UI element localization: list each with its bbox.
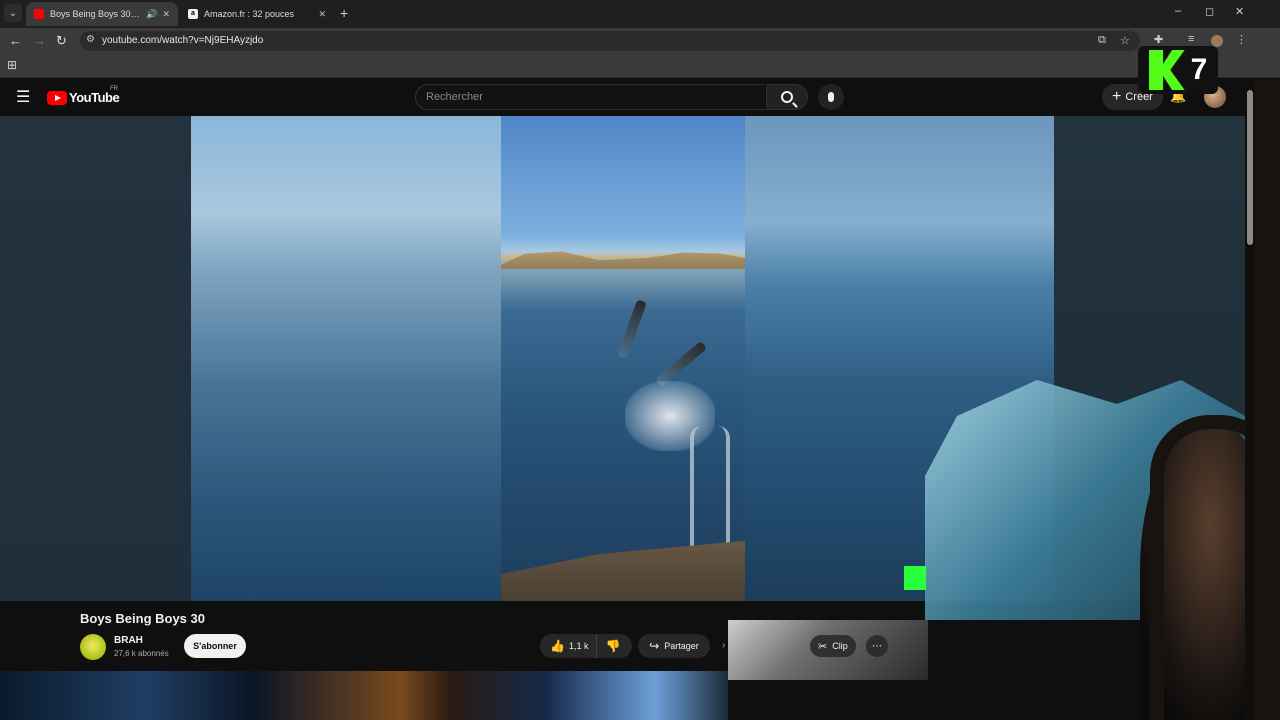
share-label: Partager [664,641,699,651]
browser-toolbar: ← → ↻ ⚙ youtube.com/watch?v=Nj9EHAyzjdo … [0,28,1280,54]
search-icon [781,91,793,103]
back-icon[interactable]: ← [9,33,22,48]
like-dislike-group: 👍 1,1 k 👎 [540,634,632,658]
new-tab-icon[interactable]: + [340,5,348,21]
stream-overlay-badge [904,566,926,590]
youtube-favicon-icon [34,9,44,19]
youtube-header: ☰ YouTube FR + Créer 🔔 [0,79,1245,116]
bookmarks-bar: ⊞ [0,54,1280,78]
speaker-icon[interactable]: 🔊 [146,9,157,20]
channel-avatar[interactable] [80,634,106,660]
player-background [0,116,191,601]
recommended-thumbnail-strip[interactable] [0,671,728,720]
hamburger-menu-icon[interactable]: ☰ [16,87,30,107]
close-window-icon[interactable]: ✕ [1235,5,1244,18]
voice-search-button[interactable] [818,84,844,110]
media-queue-icon[interactable]: ≡ [1188,33,1194,45]
thumbs-up-icon: 👍 [550,639,565,653]
clip-button[interactable]: ✂ Clip [810,635,856,657]
tab-title: Boys Being Boys 30 - YouTube [50,9,141,19]
share-arrow-icon: ↪ [649,639,660,653]
channel-name[interactable]: BRAH [114,635,143,646]
site-info-icon[interactable]: ⚙ [86,34,95,45]
url-text: youtube.com/watch?v=Nj9EHAyzjdo [102,35,264,46]
subscriber-count: 27,6 k abonnés [114,649,169,658]
scissors-icon: ✂ [818,640,828,653]
badge-number: 7 [1190,53,1208,86]
tab-title: Amazon.fr : 32 pouces [204,9,295,19]
video-blur-left [191,116,501,601]
clip-label: Clip [832,641,848,651]
address-bar[interactable]: ⚙ youtube.com/watch?v=Nj9EHAyzjdo ⧉ ☆ [80,31,1140,51]
microphone-icon [828,92,834,102]
thumbs-down-icon: 👎 [605,639,621,653]
more-actions-icon[interactable]: ⋯ [866,635,888,657]
minimize-icon[interactable]: – [1175,5,1181,17]
amazon-favicon-icon: a [188,9,198,19]
webcam-edge [1255,79,1280,720]
plus-icon: + [1112,88,1122,105]
kick-k-icon [1148,50,1185,90]
close-tab-icon[interactable]: ✕ [318,9,326,20]
country-code: FR [110,86,118,92]
youtube-logo[interactable]: YouTube [47,90,120,105]
close-tab-icon[interactable]: ✕ [162,9,170,20]
browser-tabstrip: ⌄ Boys Being Boys 30 - YouTube 🔊 ✕ a Ama… [0,0,1280,28]
video-title: Boys Being Boys 30 [80,611,205,626]
search-input[interactable] [416,85,765,109]
cast-icon[interactable]: ⧉ [1098,34,1106,47]
chevron-right-icon[interactable]: › [722,640,725,651]
tab-amazon[interactable]: a Amazon.fr : 32 pouces ✕ [180,2,334,26]
video-info: Boys Being Boys 30 BRAH 27,6 k abonnés S… [0,601,728,671]
apps-grid-icon[interactable]: ⊞ [7,58,17,72]
bookmark-star-icon[interactable]: ☆ [1120,34,1130,47]
scrollbar-thumb[interactable] [1247,90,1253,245]
dislike-button[interactable]: 👎 [597,639,628,653]
search-button[interactable] [766,84,808,110]
extensions-icon[interactable]: ✚ [1154,33,1163,46]
like-count: 1,1 k [568,641,589,651]
subscribe-button[interactable]: S'abonner [184,634,246,658]
like-button[interactable]: 👍 1,1 k [540,634,598,658]
youtube-wordmark: YouTube [69,90,120,105]
kick-logo-badge: 7 [1138,46,1218,94]
tab-search-icon[interactable]: ⌄ [4,4,22,22]
maximize-icon[interactable]: ◻ [1205,5,1214,18]
search-field[interactable] [415,84,765,110]
share-button[interactable]: ↪ Partager [638,634,710,658]
youtube-play-icon [47,90,67,105]
kebab-menu-icon[interactable]: ⋮ [1236,33,1247,46]
reload-icon[interactable]: ↻ [56,33,67,49]
forward-icon[interactable]: → [33,33,46,48]
tab-youtube[interactable]: Boys Being Boys 30 - YouTube 🔊 ✕ [26,2,178,26]
